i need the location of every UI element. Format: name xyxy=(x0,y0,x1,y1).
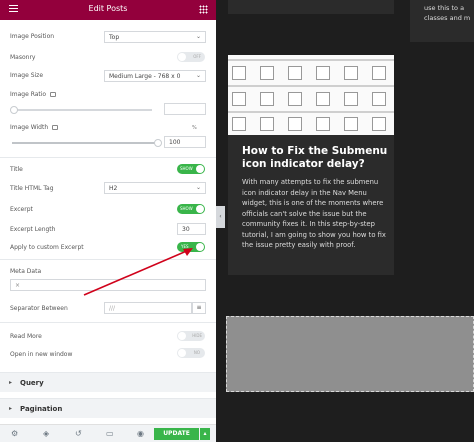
apply-custom-excerpt-label: Apply to custom Excerpt xyxy=(10,244,84,251)
image-size-select[interactable]: Medium Large - 768 x 0 ⌄ xyxy=(104,70,206,82)
apply-custom-excerpt-toggle-text: YES xyxy=(181,244,189,249)
image-ratio-input[interactable] xyxy=(164,103,206,115)
image-width-value: 100 xyxy=(169,139,181,146)
thumbnail-bar xyxy=(228,85,394,87)
read-more-toggle[interactable]: HIDE xyxy=(177,331,205,341)
title-tag-value: H2 xyxy=(109,185,118,192)
title-toggle[interactable]: SHOW xyxy=(177,164,205,174)
thumbnail-bar xyxy=(228,59,394,61)
desktop-icon[interactable] xyxy=(52,125,58,130)
panel-footer: ⚙ ◈ ↺ ▭ ◉ UPDATE ▴ xyxy=(0,424,216,442)
masonry-label: Masonry xyxy=(10,54,36,61)
image-width-input[interactable]: 100 xyxy=(164,136,206,148)
separator-value: /// xyxy=(109,305,116,312)
toggle-knob xyxy=(178,349,186,357)
image-width-slider-handle[interactable] xyxy=(154,139,162,147)
image-width-slider[interactable] xyxy=(12,142,156,144)
image-ratio-slider[interactable] xyxy=(12,109,152,111)
post-card[interactable]: How to Fix the Submenu icon indicator de… xyxy=(228,55,394,275)
meta-data-select[interactable]: × xyxy=(10,279,206,291)
section-pagination-label: Pagination xyxy=(20,405,63,413)
update-options-caret-icon[interactable]: ▴ xyxy=(200,428,210,440)
caret-right-icon: ▸ xyxy=(9,379,13,386)
widgets-grid-icon[interactable] xyxy=(199,5,208,14)
title-tag-select[interactable]: H2 ⌄ xyxy=(104,182,206,194)
post-thumbnail[interactable] xyxy=(228,55,394,135)
toggle-knob xyxy=(196,165,204,173)
caret-right-icon: ▸ xyxy=(9,405,13,412)
open-new-window-toggle-text: NO xyxy=(193,350,200,355)
excerpt-toggle-text: SHOW xyxy=(180,206,193,211)
settings-icon[interactable]: ⚙ xyxy=(11,429,18,438)
apply-custom-excerpt-toggle[interactable]: YES xyxy=(177,242,205,252)
excerpt-length-value: 30 xyxy=(182,226,190,233)
unit-label[interactable]: % xyxy=(192,125,197,131)
toggle-knob xyxy=(196,205,204,213)
toggle-knob xyxy=(178,332,186,340)
separator-label: Separator Between xyxy=(10,305,68,312)
responsive-icon[interactable]: ▭ xyxy=(106,429,114,438)
preview-eye-icon[interactable]: ◉ xyxy=(137,429,144,438)
collapse-panel-handle[interactable]: ‹ xyxy=(216,206,225,228)
excerpt-toggle[interactable]: SHOW xyxy=(177,204,205,214)
masonry-toggle-text: OFF xyxy=(193,54,201,59)
thumbnail-bar xyxy=(228,111,394,113)
empty-drop-zone[interactable] xyxy=(226,316,474,392)
excerpt-length-label: Excerpt Length xyxy=(10,226,56,233)
sidebar-card: use this to a classes and m xyxy=(410,0,474,42)
chevron-down-icon: ⌄ xyxy=(195,184,201,191)
editor-panel: Edit Posts Image Position Top ⌄ Masonry … xyxy=(0,0,216,442)
meta-data-label: Meta Data xyxy=(10,268,42,275)
post-title[interactable]: How to Fix the Submenu icon indicator de… xyxy=(242,145,390,171)
separator-input[interactable]: /// xyxy=(104,302,192,314)
footer-strip xyxy=(228,430,474,442)
open-new-window-toggle[interactable]: NO xyxy=(177,348,205,358)
masonry-toggle[interactable]: OFF xyxy=(177,52,205,62)
panel-header: Edit Posts xyxy=(0,0,216,20)
read-more-toggle-text: HIDE xyxy=(192,333,202,338)
section-query-label: Query xyxy=(20,379,44,387)
desktop-icon[interactable] xyxy=(50,92,56,97)
image-position-label: Image Position xyxy=(10,33,55,40)
sidebar-card-line-1: use this to a xyxy=(424,4,465,12)
read-more-label: Read More xyxy=(10,333,42,340)
database-icon[interactable]: ≡ xyxy=(192,302,206,314)
image-position-value: Top xyxy=(109,34,120,41)
toggle-knob xyxy=(196,243,204,251)
section-pagination[interactable]: ▸ Pagination xyxy=(0,398,216,418)
image-ratio-slider-handle[interactable] xyxy=(10,106,18,114)
divider xyxy=(0,157,216,158)
open-new-window-label: Open in new window xyxy=(10,351,73,358)
title-tag-label: Title HTML Tag xyxy=(10,185,54,192)
previous-post-card xyxy=(228,0,394,14)
add-icon: × xyxy=(15,282,21,289)
chevron-down-icon: ⌄ xyxy=(195,72,201,79)
divider xyxy=(0,259,216,260)
title-toggle-text: SHOW xyxy=(180,166,193,171)
excerpt-length-input[interactable]: 30 xyxy=(177,223,206,235)
layers-icon[interactable]: ◈ xyxy=(43,429,49,438)
panel-title: Edit Posts xyxy=(88,4,128,13)
image-ratio-label: Image Ratio xyxy=(10,91,47,98)
image-position-select[interactable]: Top ⌄ xyxy=(104,31,206,43)
toggle-knob xyxy=(178,53,186,61)
image-size-value: Medium Large - 768 x 0 xyxy=(109,73,181,80)
chevron-down-icon: ⌄ xyxy=(195,33,201,40)
update-button[interactable]: UPDATE xyxy=(154,428,199,440)
divider xyxy=(0,322,216,323)
image-width-label: Image Width xyxy=(10,124,49,131)
history-icon[interactable]: ↺ xyxy=(75,429,82,438)
post-excerpt: With many attempts to fix the submenu ic… xyxy=(242,178,386,249)
excerpt-label: Excerpt xyxy=(10,206,33,213)
image-size-label: Image Size xyxy=(10,72,44,79)
title-label: Title xyxy=(10,166,23,173)
section-query[interactable]: ▸ Query xyxy=(0,372,216,392)
sidebar-card-line-2: classes and m xyxy=(424,14,471,22)
